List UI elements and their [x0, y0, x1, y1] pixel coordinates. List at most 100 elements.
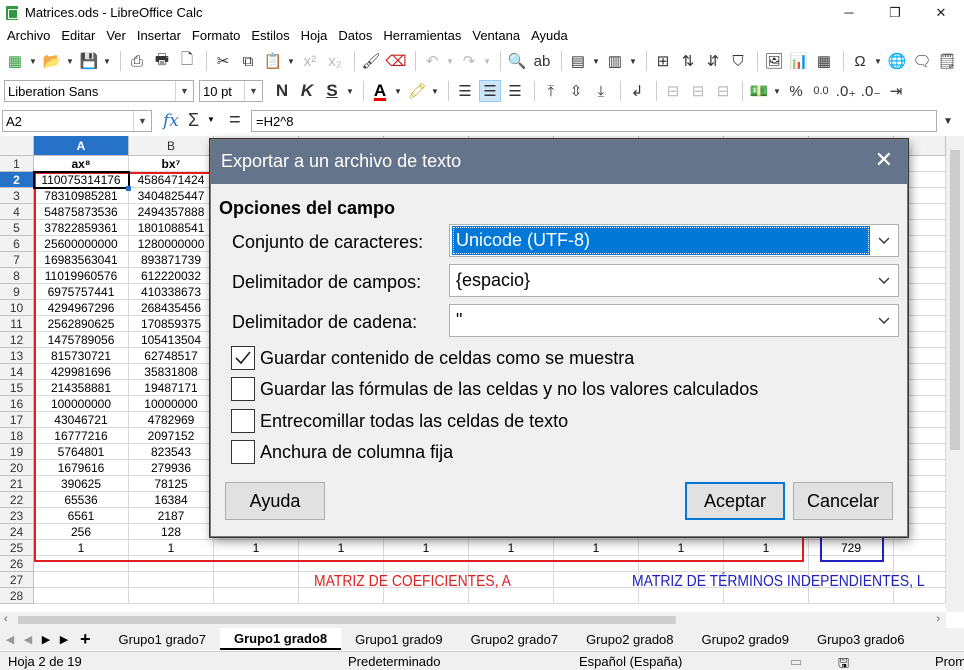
sheet-tab[interactable]: Grupo2 grado8	[572, 628, 687, 650]
cell[interactable]	[34, 588, 129, 604]
highlight-dropdown-icon[interactable]: ▼	[431, 87, 439, 96]
delete-decimal-icon[interactable]: .0₋	[860, 80, 882, 102]
minimize-button[interactable]: ─	[826, 0, 872, 25]
cell[interactable]: 65536	[34, 492, 129, 508]
cell[interactable]	[554, 556, 639, 572]
autofilter-icon[interactable]: ⛉	[727, 50, 749, 72]
cell[interactable]: 2494357888	[129, 204, 214, 220]
row-header[interactable]: 22	[0, 492, 34, 508]
open-dropdown-icon[interactable]: ▼	[66, 57, 74, 66]
checkbox-box[interactable]	[231, 346, 255, 370]
save-formulas-checkbox[interactable]: Guardar las fórmulas de las celdas y no …	[231, 377, 758, 401]
row-header[interactable]: 21	[0, 476, 34, 492]
sheet-tab[interactable]: Grupo1 grado7	[105, 628, 220, 650]
cell[interactable]: 279936	[129, 460, 214, 476]
cell[interactable]: ax⁸	[34, 156, 129, 172]
highlight-icon[interactable]: 🖍	[406, 80, 428, 102]
menu-formato[interactable]: Formato	[192, 28, 240, 43]
cell[interactable]: 429981696	[34, 364, 129, 380]
sheet-tab[interactable]: Grupo2 grado9	[688, 628, 803, 650]
cell[interactable]: 1	[469, 540, 554, 556]
cell[interactable]: 256	[34, 524, 129, 540]
help-button[interactable]: Ayuda	[225, 482, 325, 520]
checkbox-box[interactable]	[231, 440, 255, 464]
export-pdf-icon[interactable]: ⎙	[126, 50, 148, 72]
new-document-icon[interactable]: ▦	[4, 50, 26, 72]
row-header[interactable]: 2	[0, 172, 34, 188]
chevron-down-icon[interactable]	[870, 305, 898, 336]
chevron-down-icon[interactable]	[870, 265, 898, 296]
cell[interactable]: 268435456	[129, 300, 214, 316]
cell[interactable]: 25600000000	[34, 236, 129, 252]
cell[interactable]: 35831808	[129, 364, 214, 380]
cell[interactable]: bx⁷	[129, 156, 214, 172]
chevron-down-icon[interactable]: ▼	[175, 81, 193, 101]
align-bottom-icon[interactable]: ⤓	[590, 80, 612, 102]
italic-button[interactable]: K	[296, 80, 318, 102]
document-modified-icon[interactable]: 🖫	[838, 654, 849, 670]
prev-sheet-icon[interactable]: ◀	[20, 633, 36, 646]
add-sheet-icon[interactable]: +	[80, 629, 91, 650]
clone-formatting-icon[interactable]: 🖌	[360, 50, 382, 72]
horizontal-scrollbar[interactable]: ‹ ›	[0, 612, 946, 628]
fixed-width-checkbox[interactable]: Anchura de columna fija	[231, 440, 453, 464]
row-icon[interactable]: ▤	[567, 50, 589, 72]
cell[interactable]: 6561	[34, 508, 129, 524]
hyperlink-icon[interactable]: 🌐	[886, 50, 908, 72]
maximize-button[interactable]: ❐	[872, 0, 918, 25]
cell[interactable]	[214, 572, 299, 588]
save-icon[interactable]: 💾	[78, 50, 100, 72]
cell[interactable]	[554, 588, 639, 604]
sheet-tab[interactable]: Grupo2 grado7	[457, 628, 572, 650]
menu-estilos[interactable]: Estilos	[251, 28, 289, 43]
cell[interactable]: 1280000000	[129, 236, 214, 252]
column-icon[interactable]: ▥	[604, 50, 626, 72]
chart-icon[interactable]: 📊	[788, 50, 810, 72]
cell[interactable]: 78125	[129, 476, 214, 492]
row-header[interactable]: 10	[0, 300, 34, 316]
field-delimiter-select[interactable]: {espacio}	[449, 264, 899, 297]
cell[interactable]: 1	[214, 540, 299, 556]
cell[interactable]: 4782969	[129, 412, 214, 428]
cell[interactable]: 214358881	[34, 380, 129, 396]
align-top-icon[interactable]: ⤒	[540, 80, 562, 102]
cell[interactable]	[724, 556, 809, 572]
align-left-icon[interactable]: ☰	[454, 80, 476, 102]
cell[interactable]: 1475789056	[34, 332, 129, 348]
last-sheet-icon[interactable]: ▶	[56, 633, 72, 646]
cell[interactable]	[384, 556, 469, 572]
cell[interactable]: 5764801	[34, 444, 129, 460]
percent-format-button[interactable]: %	[785, 80, 807, 102]
new-dropdown-icon[interactable]: ▼	[29, 57, 37, 66]
open-folder-icon[interactable]: 📂	[41, 50, 63, 72]
cell[interactable]: 1679616	[34, 460, 129, 476]
cell[interactable]: 37822859361	[34, 220, 129, 236]
row-header[interactable]: 1	[0, 156, 34, 172]
cell[interactable]: 1	[724, 540, 809, 556]
cell[interactable]: 612220032	[129, 268, 214, 284]
cell[interactable]: 10000000	[129, 396, 214, 412]
cell[interactable]: 128	[129, 524, 214, 540]
menu-datos[interactable]: Datos	[338, 28, 372, 43]
cell[interactable]: 16983563041	[34, 252, 129, 268]
cell[interactable]	[469, 556, 554, 572]
scroll-left-icon[interactable]: ‹	[4, 613, 8, 625]
menu-ayuda[interactable]: Ayuda	[531, 28, 568, 43]
cell[interactable]: 1801088541	[129, 220, 214, 236]
chevron-down-icon[interactable]: ▼	[133, 111, 151, 131]
find-replace-icon[interactable]: 🔍	[506, 50, 528, 72]
redo-icon[interactable]: ↷	[458, 50, 480, 72]
add-decimal-icon[interactable]: .0₊	[835, 80, 857, 102]
cell[interactable]: 78310985281	[34, 188, 129, 204]
expand-formula-bar-icon[interactable]: ▼	[943, 116, 953, 127]
align-center-icon[interactable]: ☰	[479, 80, 501, 102]
cell[interactable]: 729	[809, 540, 894, 556]
save-dropdown-icon[interactable]: ▼	[103, 57, 111, 66]
row-header[interactable]: 12	[0, 332, 34, 348]
cell[interactable]: 170859375	[129, 316, 214, 332]
cell[interactable]: 1	[554, 540, 639, 556]
increase-indent-icon[interactable]: ⇥	[885, 80, 907, 102]
cell[interactable]	[554, 572, 639, 588]
menu-ventana[interactable]: Ventana	[472, 28, 520, 43]
cell[interactable]: 6975757441	[34, 284, 129, 300]
